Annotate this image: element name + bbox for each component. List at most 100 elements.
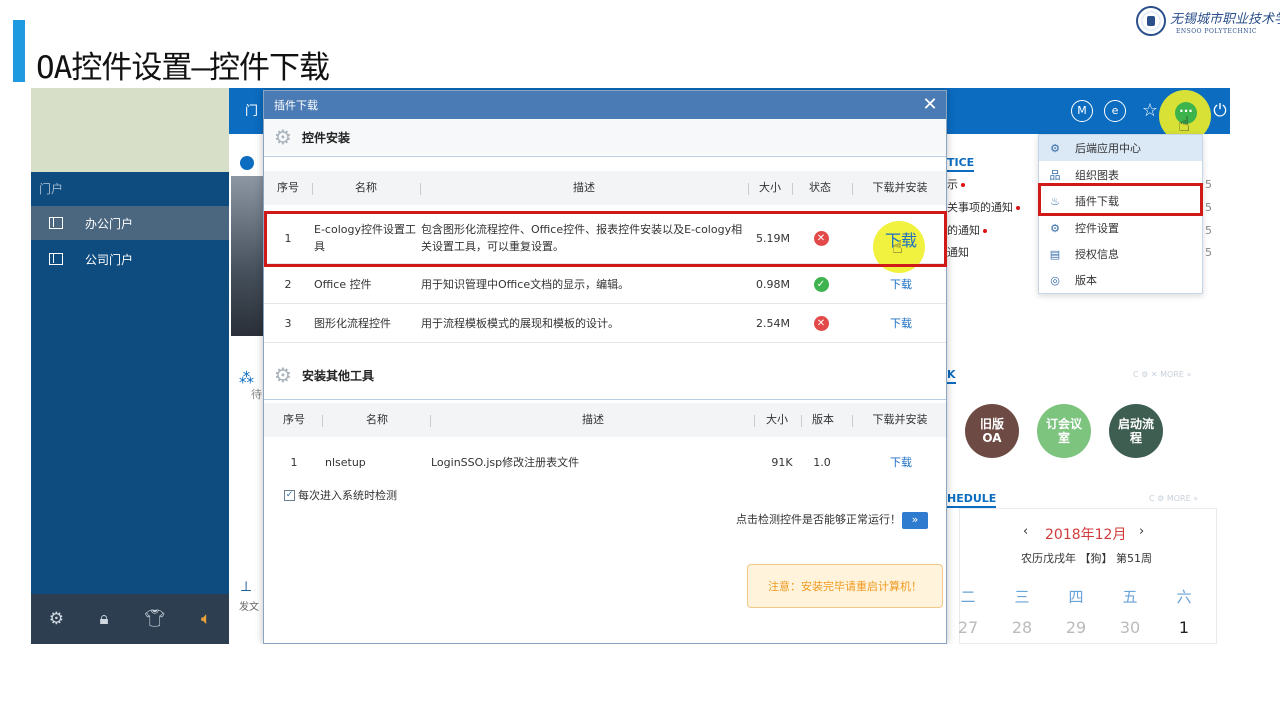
calendar-month: 2018年12月 [1045, 527, 1127, 543]
power-icon[interactable]: ⏻ [1209, 100, 1230, 122]
detect-controls-button[interactable]: » [902, 512, 928, 529]
settings-icon[interactable]: ⚙ [49, 609, 64, 629]
section-divider [264, 156, 946, 157]
control-description: 用于流程模板模式的展现和模板的设计。 [421, 317, 619, 330]
control-settings-icon: ⚙ [1050, 221, 1060, 235]
control-size: 0.98M [756, 277, 790, 291]
ecology-row-highlight-box [264, 211, 947, 267]
book-meeting-room-button[interactable]: 订会议室 [1037, 404, 1091, 458]
plugin-download-dialog: 插件下载 ✕ ⚙ 控件安装 序号 名称 描述 大小 状态 下载并安装 1 E-c… [263, 90, 947, 644]
college-logo: 无锡城市职业技术学院 ENSOO POLYTECHNIC [1136, 4, 1280, 40]
notice-count: 5 [1205, 201, 1212, 214]
menu-item-control-settings[interactable]: ⚙ 控件设置 [1039, 215, 1202, 241]
title-accent-bar [13, 20, 25, 82]
section-title: 控件安装 [301, 130, 350, 145]
gears-icon: ⚙ [1050, 141, 1060, 155]
slide-title: OA控件设置—控件下载 [36, 50, 330, 86]
left-content-strip: ⁂ 待 ⊥ 发文 [229, 134, 263, 644]
table-row: 3 图形化流程控件 用于流程模板模式的展现和模板的设计。 2.54M ✕ 下载 [264, 304, 946, 343]
control-size: 2.54M [756, 316, 790, 330]
other-tools-section-header: ⚙ 安装其他工具 [264, 357, 946, 393]
col-header: 下载并安装 [872, 413, 928, 426]
notice-item: 的通知 [947, 222, 987, 238]
college-seal-icon [1136, 6, 1166, 36]
dialog-title-bar: 插件下载 [264, 91, 946, 119]
pending-fragment: 待 [251, 388, 262, 401]
col-header: 版本 [812, 413, 834, 426]
link-icon [240, 156, 254, 170]
sidebar-toolbar: ⚙ 🔒︎ 👕︎ 🔈︎ [31, 594, 229, 644]
tool-name: nlsetup [325, 455, 366, 469]
speaker-icon[interactable]: 🔈︎ [201, 609, 211, 629]
download-link[interactable]: 下载 [876, 304, 926, 342]
col-header: 名称 [366, 413, 388, 426]
control-description: 用于知识管理中Office文档的显示，编辑。 [421, 278, 630, 291]
control-name: Office 控件 [314, 278, 372, 291]
notice-item: 示 [947, 176, 965, 192]
menu-item-license-info[interactable]: ▤ 授权信息 [1039, 241, 1202, 267]
sidebar-section-label: 门户 [39, 182, 64, 196]
download-link[interactable]: 下载 [876, 443, 926, 481]
section-title: 安装其他工具 [301, 368, 374, 383]
stamp-icon: ⊥ [240, 579, 253, 595]
portal-icon [49, 217, 63, 229]
notice-count: 5 [1205, 246, 1212, 259]
m-circle-icon[interactable]: M [1071, 100, 1093, 122]
close-icon[interactable]: ✕ [919, 94, 941, 116]
sidebar: 门户 办公门户 公司门户 ⚙ 🔒︎ 👕︎ 🔈︎ [31, 172, 229, 644]
sidebar-item-office-portal[interactable]: 办公门户 [31, 206, 229, 240]
logo-chinese-name: 无锡城市职业技术学院 [1170, 12, 1280, 27]
oa-screenshot: 门户 办公门户 公司门户 ⚙ 🔒︎ 👕︎ 🔈︎ 门 M e ☆ ··· ☝ ⏻ … [31, 88, 1230, 644]
control-install-section-header: ⚙ 控件安装 [264, 119, 946, 155]
status-error-icon: ✕ [813, 315, 829, 331]
col-header: 序号 [283, 413, 305, 426]
dialog-title: 插件下载 [274, 99, 318, 112]
e-circle-icon[interactable]: e [1104, 100, 1126, 122]
menu-item-version[interactable]: ◎ 版本 [1039, 267, 1202, 293]
schedule-toolbar[interactable]: C ⚙ MORE » [1149, 494, 1198, 503]
notice-item: 关事项的通知 [947, 199, 1020, 215]
tools-table-header: 序号 名称 描述 大小 版本 下载并安装 [264, 403, 946, 437]
weekday-row: 二 三 四 五 六 [960, 588, 1192, 606]
next-month-button[interactable]: › [1139, 524, 1144, 539]
shirt-icon[interactable]: 👕︎ [144, 609, 166, 629]
shortcut-toolbar[interactable]: C ⚙ ✕ MORE » [1133, 370, 1191, 379]
restart-notice: 注意：安装完毕请重启计算机！ [747, 564, 943, 608]
col-header: 状态 [809, 181, 831, 194]
license-icon: ▤ [1049, 247, 1061, 261]
sidebar-banner [31, 88, 229, 172]
col-header: 大小 [766, 413, 788, 426]
prev-month-button[interactable]: ‹ [1023, 524, 1028, 539]
download-link[interactable]: 下载 [876, 265, 926, 303]
menu-item-backend-app-center[interactable]: ⚙ 后端应用中心 [1039, 135, 1202, 161]
status-ok-icon: ✓ [813, 276, 829, 292]
col-header: 名称 [355, 181, 377, 194]
star-icon[interactable]: ☆ [1139, 100, 1161, 122]
tool-size: 91K [771, 455, 793, 469]
control-table-header: 序号 名称 描述 大小 状态 下载并安装 [264, 171, 946, 205]
lock-icon[interactable]: 🔒︎ [99, 609, 108, 629]
shortcut-title: K [947, 368, 956, 384]
plugin-download-highlight-box [1038, 183, 1203, 216]
notice-count: 5 [1205, 224, 1212, 237]
notice-title: TICE [947, 156, 975, 172]
start-workflow-button[interactable]: 启动流程 [1109, 404, 1163, 458]
version-icon: ◎ [1050, 273, 1060, 287]
checkbox-label: 每次进入系统时检测 [298, 489, 397, 502]
header-tab-fragment[interactable]: 门 [245, 100, 258, 119]
auto-check-checkbox[interactable]: ✓ 每次进入系统时检测 [284, 487, 397, 503]
old-oa-button[interactable]: 旧版OA [965, 404, 1019, 458]
control-name: 图形化流程控件 [314, 317, 391, 330]
org-chart-icon: 品 [1049, 169, 1061, 182]
table-row: 1 nlsetup LoginSSO.jsp修改注册表文件 91K 1.0 下载 [264, 443, 946, 481]
gear-icon: ⚙ [274, 125, 292, 149]
lunar-date: 农历戊戌年 【狗】 第51周 [1021, 552, 1152, 565]
gear-icon: ⚙ [274, 363, 292, 387]
logo-english-name: ENSOO POLYTECHNIC [1176, 28, 1257, 35]
dispatch-fragment: 发文 [239, 602, 259, 613]
detect-controls-text: 点击检测控件是否能够正常运行！ [736, 513, 901, 526]
tool-version: 1.0 [813, 455, 831, 469]
checkbox-checked-icon[interactable]: ✓ [284, 489, 295, 501]
sidebar-item-label: 公司门户 [85, 252, 134, 267]
sidebar-item-company-portal[interactable]: 公司门户 [31, 242, 229, 276]
